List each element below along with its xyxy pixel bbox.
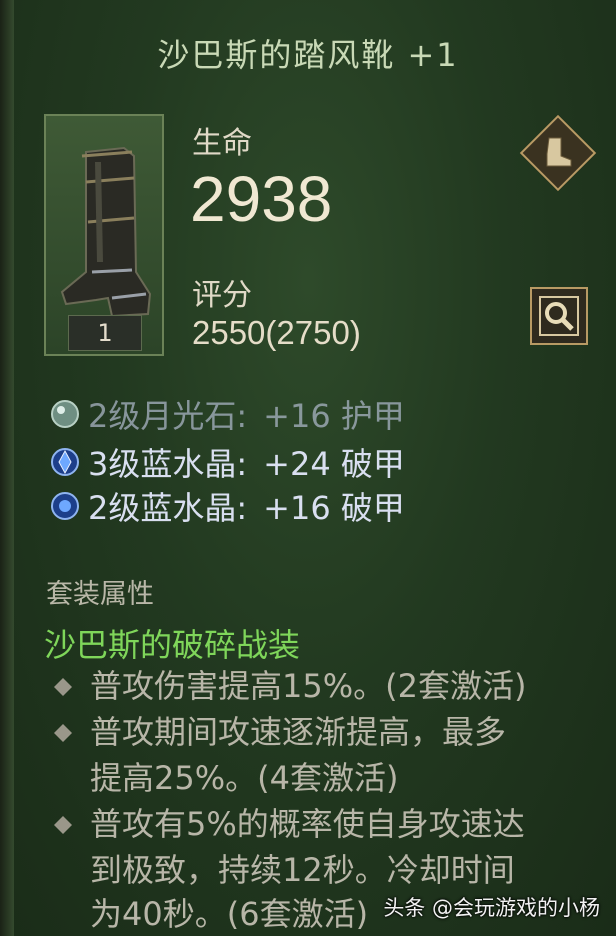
moonstone-gem-icon <box>51 400 79 428</box>
gem-moonstone-name: 2级月光石: <box>88 397 248 435</box>
set-name: 沙巴斯的破碎战装 <box>44 626 301 664</box>
set-bonus-4-line2: 提高25%。(4套激活) <box>90 759 399 797</box>
diamond-bullet-icon <box>54 678 72 696</box>
blue-crystal-gem-icon <box>51 448 79 476</box>
set-bonus-6-line2: 到极致，持续12秒。冷却时间 <box>90 851 515 889</box>
inspect-button[interactable] <box>530 287 588 345</box>
life-label: 生命 <box>192 126 252 161</box>
gem-moonstone-bonus: +16 护甲 <box>263 397 405 435</box>
diamond-bullet-icon <box>54 816 72 834</box>
boots-icon <box>60 146 152 318</box>
magnifier-icon <box>539 296 579 336</box>
tooltip-frame-edge <box>0 0 14 936</box>
set-bonus-6-line1: 普攻有5%的概率使自身攻速达 <box>90 805 525 843</box>
set-bonus-2: 普攻伤害提高15%。(2套激活) <box>90 667 527 705</box>
set-attributes-header: 套装属性 <box>46 579 154 610</box>
item-count-badge: 1 <box>68 315 142 351</box>
gem-blue-crystal-3-name: 3级蓝水晶: <box>88 445 248 483</box>
gem-blue-crystal-2-bonus: +16 破甲 <box>263 489 405 527</box>
gem-socket-row: 2级月光石: +16 护甲 <box>48 392 405 436</box>
gem-blue-crystal-2-name: 2级蓝水晶: <box>88 489 248 527</box>
boot-slot-icon <box>546 137 572 167</box>
item-title: 沙巴斯的踏风靴 +1 <box>157 36 459 74</box>
set-bonus-4-line1: 普攻期间攻速逐渐提高，最多 <box>90 713 507 751</box>
blue-crystal-gem-icon <box>51 492 79 520</box>
score-value: 2550(2750) <box>192 314 361 351</box>
score-label: 评分 <box>192 278 252 313</box>
diamond-bullet-icon <box>54 724 72 742</box>
gem-blue-crystal-3-bonus: +24 破甲 <box>263 445 405 483</box>
life-value: 2938 <box>190 163 333 235</box>
gem-socket-row: 3级蓝水晶: +24 破甲 <box>48 440 405 484</box>
gem-socket-row: 2级蓝水晶: +16 破甲 <box>48 484 405 528</box>
watermark: 头条 @会玩游戏的小杨 <box>383 896 600 920</box>
